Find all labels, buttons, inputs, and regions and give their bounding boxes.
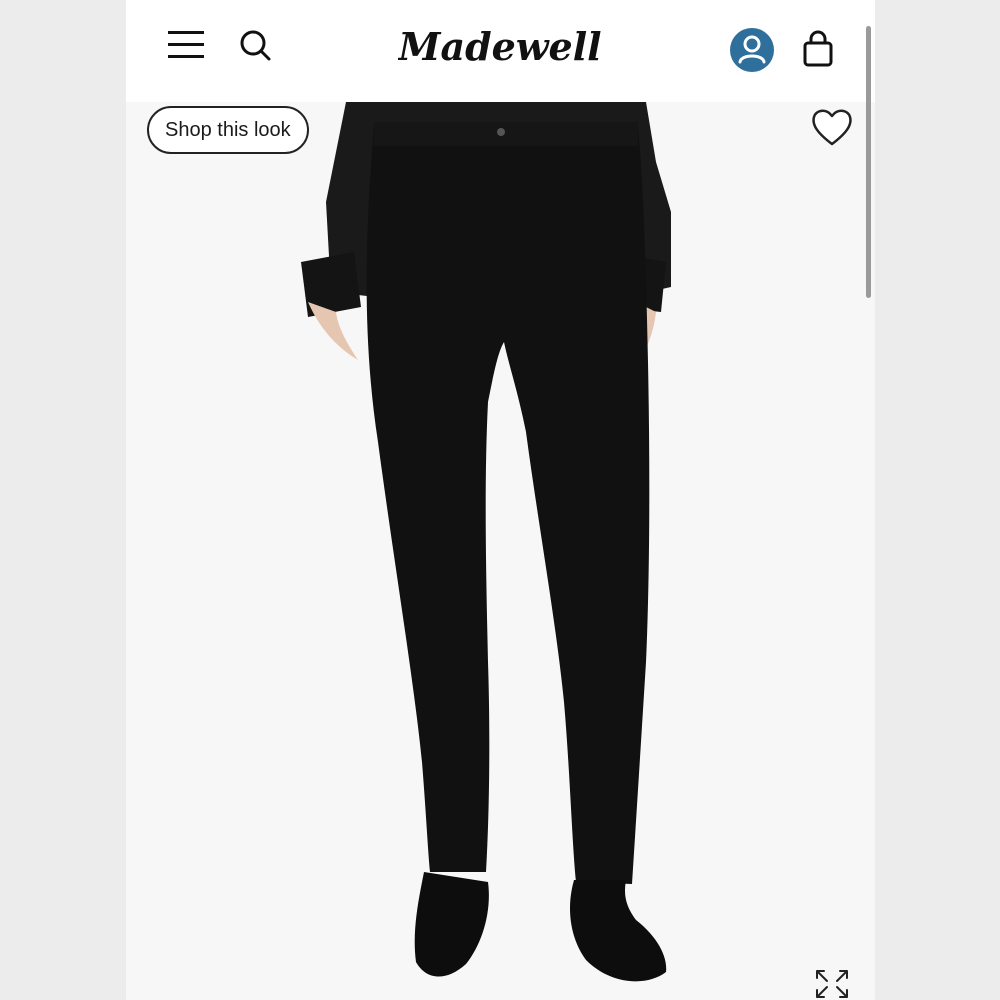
shopping-bag-button[interactable] <box>802 30 834 68</box>
shop-this-look-button[interactable]: Shop this look <box>147 106 309 154</box>
shopping-bag-icon <box>803 30 833 67</box>
expand-image-button[interactable] <box>814 968 850 1000</box>
app-screen: Madewell Shop this look <box>126 0 875 1000</box>
heart-icon <box>812 109 852 146</box>
hamburger-icon <box>168 31 204 58</box>
favorite-button[interactable] <box>808 104 856 152</box>
search-button[interactable] <box>239 28 273 62</box>
svg-text:Madewell: Madewell <box>398 24 602 69</box>
product-photo[interactable] <box>126 102 875 1000</box>
search-icon <box>240 30 271 61</box>
menu-button[interactable] <box>168 29 206 61</box>
site-header: Madewell <box>126 0 875 103</box>
madewell-logo[interactable]: Madewell <box>398 16 603 82</box>
account-button[interactable] <box>730 28 774 72</box>
shop-this-look-label: Shop this look <box>165 118 291 141</box>
user-icon <box>738 35 766 64</box>
expand-icon <box>816 970 848 998</box>
scrollbar[interactable] <box>866 26 871 298</box>
